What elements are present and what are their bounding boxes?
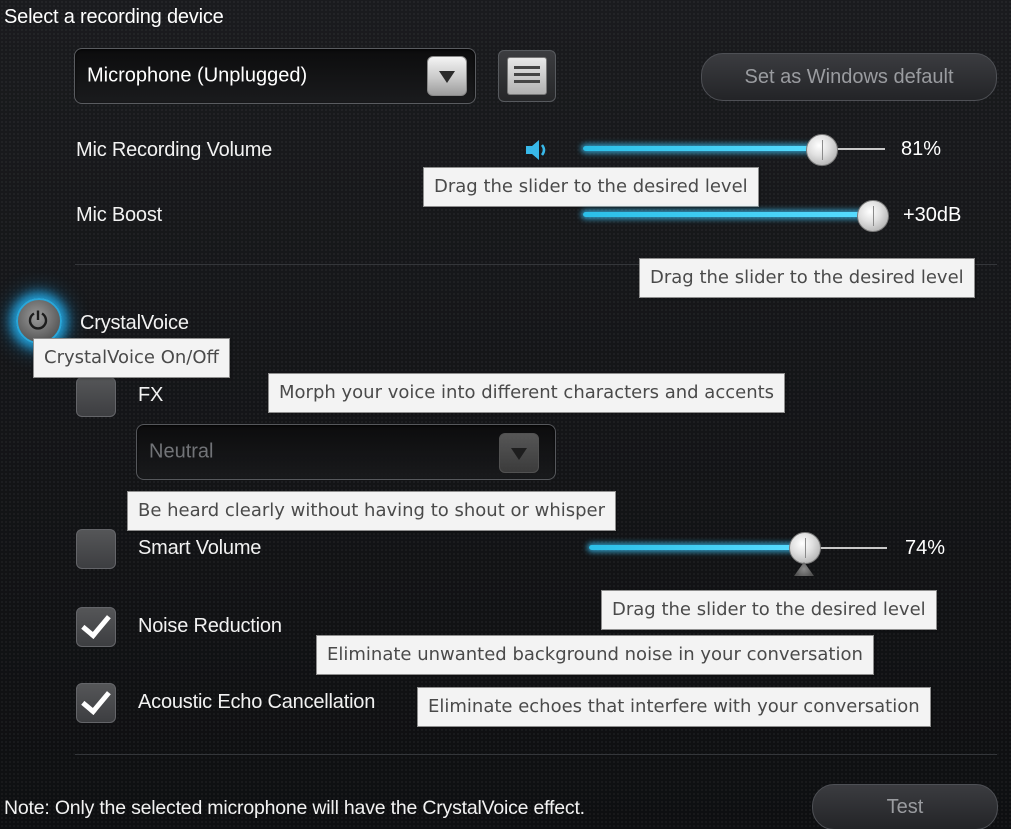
device-list-button[interactable] — [498, 50, 556, 102]
smart-volume-value: 74% — [905, 537, 946, 559]
mic-boost-knob[interactable] — [857, 200, 889, 232]
mic-volume-value: 81% — [901, 138, 942, 160]
power-icon — [28, 310, 48, 330]
device-selected-value: Microphone (Unplugged) — [87, 64, 308, 87]
recording-panel: Select a recording device Microphone (Un… — [0, 0, 1011, 829]
noise-reduction-label: Noise Reduction — [138, 615, 282, 637]
smart-volume-checkbox[interactable] — [76, 529, 116, 569]
fx-label: FX — [138, 384, 164, 406]
tooltip-mic-boost: Drag the slider to the desired level — [639, 258, 975, 298]
divider-bottom — [75, 754, 997, 755]
mic-volume-knob[interactable] — [806, 134, 838, 166]
tooltip-echo-cancellation: Eliminate echoes that interfere with you… — [417, 687, 931, 727]
mic-volume-label: Mic Recording Volume — [76, 139, 273, 161]
fx-checkbox[interactable] — [76, 377, 116, 417]
mic-boost-value: +30dB — [903, 204, 962, 226]
tooltip-smart-volume-slider: Drag the slider to the desired level — [601, 590, 937, 630]
mic-boost-label: Mic Boost — [76, 204, 163, 226]
tooltip-smart-volume: Be heard clearly without having to shout… — [127, 491, 617, 531]
echo-cancellation-label: Acoustic Echo Cancellation — [138, 691, 376, 713]
tooltip-noise-reduction: Eliminate unwanted background noise in y… — [316, 635, 874, 675]
crystalvoice-label: CrystalVoice — [80, 312, 189, 334]
tooltip-mic-volume: Drag the slider to the desired level — [423, 167, 759, 207]
tooltip-crystalvoice: CrystalVoice On/Off — [33, 338, 230, 378]
fx-preset-value: Neutral — [149, 440, 214, 463]
mic-volume-fill — [583, 146, 823, 151]
smart-volume-fill — [589, 545, 803, 550]
speaker-icon[interactable] — [524, 139, 550, 161]
device-dropdown[interactable]: Microphone (Unplugged) — [74, 48, 476, 104]
test-button[interactable]: Test — [812, 784, 998, 829]
footer-note: Note: Only the selected microphone will … — [4, 797, 585, 819]
chevron-down-icon[interactable] — [499, 433, 539, 473]
tooltip-fx: Morph your voice into different characte… — [268, 373, 786, 413]
echo-cancellation-checkbox[interactable] — [76, 683, 116, 723]
slider-marker-icon — [794, 562, 814, 576]
list-icon — [507, 57, 547, 95]
set-default-button[interactable]: Set as Windows default — [701, 53, 997, 101]
noise-reduction-checkbox[interactable] — [76, 607, 116, 647]
smart-volume-knob[interactable] — [789, 532, 821, 564]
smart-volume-label: Smart Volume — [138, 537, 262, 559]
fx-preset-dropdown[interactable]: Neutral — [136, 424, 556, 480]
page-title: Select a recording device — [4, 6, 224, 28]
mic-boost-fill — [583, 212, 873, 217]
chevron-down-icon[interactable] — [427, 56, 467, 96]
